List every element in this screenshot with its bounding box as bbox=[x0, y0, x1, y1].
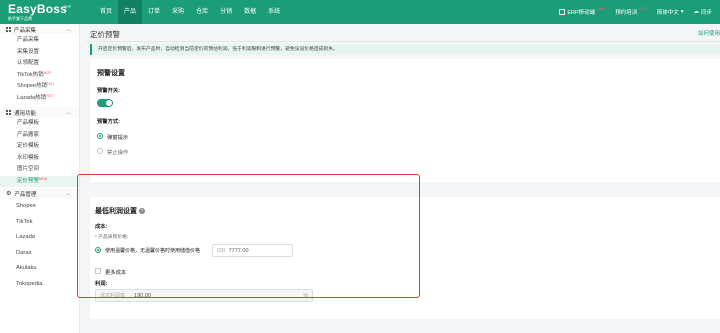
hot-badge: HOT bbox=[43, 70, 52, 75]
sidebar-item-product-move[interactable]: 产品搬家 bbox=[0, 130, 79, 142]
sidebar-item-tiktok-hot[interactable]: TikTok热销 HOT bbox=[0, 70, 79, 82]
sidebar: 产品采集 ︿ 产品采集 采集设置 认领配置 TikTok热销 HOT Shopee… bbox=[0, 24, 80, 333]
brand-logo[interactable]: EasyBoss ERP 助手兼下品牌 bbox=[8, 3, 88, 21]
sync-button[interactable]: ☁ 同步 bbox=[693, 8, 712, 16]
highlight-annotation bbox=[77, 174, 420, 298]
sidebar-section-product-collection[interactable]: 产品采集 ︿ bbox=[0, 24, 79, 35]
warning-settings-title: 预警设置 bbox=[97, 70, 125, 77]
grid-icon bbox=[6, 110, 11, 115]
page-title: 定价预警 bbox=[90, 30, 120, 39]
nav-warehouse[interactable]: 仓库 bbox=[190, 0, 214, 24]
nav-distribution[interactable]: 分销 bbox=[214, 0, 238, 24]
help-link[interactable]: 如何使用 bbox=[698, 29, 720, 37]
section-title: 产品管理 bbox=[14, 191, 37, 198]
section-title: 产品采集 bbox=[14, 27, 37, 34]
radio-forbid-label: 禁止操作 bbox=[107, 150, 129, 156]
gear-icon: ⚙ bbox=[6, 191, 12, 197]
language-label: 简体中文 bbox=[656, 10, 679, 16]
sidebar-item-daraz[interactable]: Daraz bbox=[0, 246, 79, 262]
main-nav: 首页 产品 订单 采购 仓库 分销 数据 系统 bbox=[94, 0, 286, 24]
warning-toggle[interactable] bbox=[97, 99, 113, 107]
sidebar-item-tokopedia[interactable]: Tokopedia bbox=[0, 277, 79, 293]
language-select[interactable]: 简体中文 ▾ bbox=[657, 8, 684, 16]
sync-label: 同步 bbox=[700, 10, 712, 16]
grid-icon bbox=[6, 27, 11, 32]
section-title: 通用功能 bbox=[14, 110, 37, 117]
sidebar-item-label: TikTok热销 bbox=[17, 71, 44, 78]
switch-label: 预警开关: bbox=[97, 88, 120, 94]
nav-products[interactable]: 产品 bbox=[118, 0, 143, 24]
new-badge: NEW bbox=[597, 7, 606, 11]
sidebar-item-claim-config[interactable]: 认领配置 bbox=[0, 58, 79, 70]
new-badge: NEW bbox=[39, 176, 48, 181]
sidebar-section-common[interactable]: 通用功能 ︿ bbox=[0, 107, 79, 118]
top-right-actions: ERP移动端 NEW 预约培训 HOT 简体中文 ▾ ☁ 同步 bbox=[559, 0, 712, 24]
warning-settings-card: 预警设置 预警开关: 预警方式: 弹窗提示 禁止操作 bbox=[90, 59, 720, 182]
chevron-up-icon: ︿ bbox=[65, 27, 71, 33]
sidebar-item-pricing-warning[interactable]: 定价预警 NEW bbox=[0, 175, 79, 187]
sidebar-item-akulaku[interactable]: Akulaku bbox=[0, 261, 79, 277]
nav-home[interactable]: 首页 bbox=[94, 0, 118, 24]
nav-system[interactable]: 系统 bbox=[262, 0, 286, 24]
top-navbar: EasyBoss ERP 助手兼下品牌 首页 产品 订单 采购 仓库 分销 数据… bbox=[0, 0, 720, 24]
sidebar-item-lazada[interactable]: Lazada bbox=[0, 230, 79, 246]
nav-purchase[interactable]: 采购 bbox=[166, 0, 190, 24]
radio-forbid[interactable] bbox=[97, 148, 103, 154]
erp-mobile-label: ERP移动端 bbox=[567, 10, 596, 16]
sidebar-item-collection-settings[interactable]: 采集设置 bbox=[0, 47, 79, 59]
training-link[interactable]: 预约培训 HOT bbox=[615, 7, 647, 16]
sidebar-item-pricing-template[interactable]: 定价模板 bbox=[0, 141, 79, 153]
sidebar-section-product-management[interactable]: ⚙ 产品管理 ︿ bbox=[0, 188, 79, 199]
nav-orders[interactable]: 订单 bbox=[142, 0, 166, 24]
sidebar-item-label: Lazada热销 bbox=[17, 94, 47, 101]
info-notice: 开启定价预警后，发布产品时，自动检测当前定价的预估利润，低于利润限制进行预警，避… bbox=[90, 44, 720, 55]
hot-badge: HOT bbox=[46, 93, 54, 98]
chevron-up-icon: ︿ bbox=[65, 110, 71, 116]
cloud-icon: ☁ bbox=[693, 9, 699, 15]
brand-subtitle: 助手兼下品牌 bbox=[8, 16, 32, 21]
method-label: 预警方式: bbox=[97, 119, 120, 125]
sidebar-item-shopee-hot[interactable]: Shopee热销 HOT bbox=[0, 81, 79, 93]
training-label: 预约培训 bbox=[615, 10, 638, 16]
sidebar-item-product-collection[interactable]: 产品采集 bbox=[0, 35, 79, 47]
divider bbox=[86, 41, 720, 42]
sidebar-item-label: 定价预警 bbox=[17, 177, 40, 184]
mobile-icon bbox=[559, 9, 566, 15]
hot-badge: HOT bbox=[46, 82, 55, 86]
radio-popup[interactable] bbox=[97, 133, 103, 139]
chevron-up-icon: ︿ bbox=[65, 191, 71, 197]
nav-data[interactable]: 数据 bbox=[238, 0, 262, 24]
sidebar-item-lazada-hot[interactable]: Lazada热销 HOT bbox=[0, 93, 79, 105]
radio-popup-label: 弹窗提示 bbox=[107, 135, 129, 141]
sidebar-item-tiktok[interactable]: TikTok bbox=[0, 215, 79, 231]
brand-tag: ERP bbox=[64, 5, 72, 9]
chevron-down-icon: ▾ bbox=[680, 9, 684, 15]
sidebar-item-label: Shopee热销 bbox=[17, 83, 47, 89]
brand-name: EasyBoss bbox=[8, 2, 67, 16]
erp-mobile-link[interactable]: ERP移动端 NEW bbox=[559, 7, 606, 16]
sidebar-item-shopee[interactable]: Shopee bbox=[0, 199, 79, 215]
sidebar-item-watermark-template[interactable]: 水印模板 bbox=[0, 153, 79, 165]
hot-badge: HOT bbox=[639, 7, 647, 11]
sidebar-item-product-template[interactable]: 产品模板 bbox=[0, 118, 79, 130]
